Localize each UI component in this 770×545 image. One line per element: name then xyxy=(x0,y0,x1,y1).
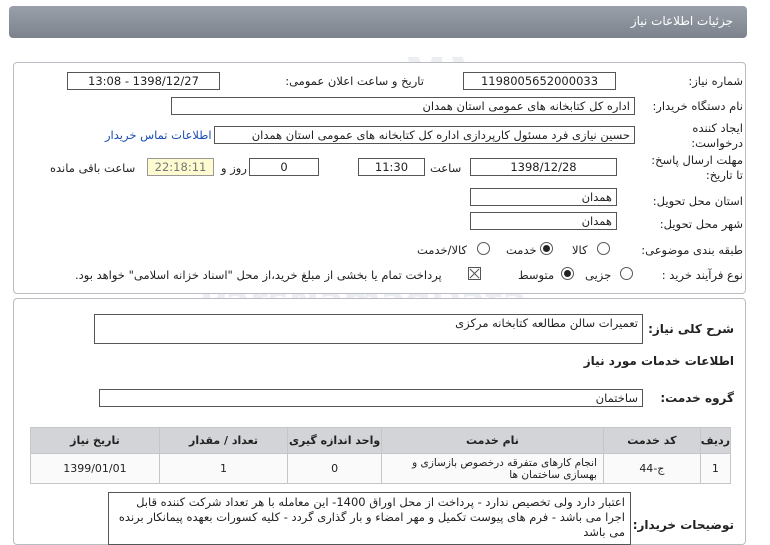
cell-service-name: انجام کارهای متفرقه درخصوص بازسازی و بهس… xyxy=(381,453,604,484)
category-radio-goods[interactable] xyxy=(597,242,610,255)
summary-field: تعمیرات سالن مطالعه کتابخانه مرکزی xyxy=(94,314,643,344)
service-group-label: گروه خدمت: xyxy=(660,391,734,405)
buyer-contact-link[interactable]: اطلاعات تماس خریدار xyxy=(105,128,212,142)
buyer-org-field: اداره کل کتابخانه های عمومی استان همدان xyxy=(171,97,635,115)
process-option-medium: متوسط xyxy=(518,268,555,282)
cell-row-number: 1 xyxy=(699,453,732,484)
buyer-notes-label: توضیحات خریدار: xyxy=(632,518,734,532)
category-radio-service[interactable] xyxy=(540,242,553,255)
treasury-payment-checkbox[interactable] xyxy=(468,267,481,280)
creator-field: حسین نیازی فرد مسئول کارپردازی اداره کل … xyxy=(214,126,635,144)
cell-need-date: 1399/01/01 xyxy=(30,453,160,484)
service-group-field: ساختمان xyxy=(99,389,643,407)
need-number-label: شماره نیاز: xyxy=(688,74,743,88)
remaining-time-field: 22:18:11 xyxy=(147,158,214,176)
announce-datetime-label: تاریخ و ساعت اعلان عمومی: xyxy=(285,74,424,88)
col-service-name: نام خدمت xyxy=(381,427,604,454)
cell-service-code: ج-44 xyxy=(602,453,701,484)
col-service-code: کد خدمت xyxy=(602,427,701,454)
table-row: 1 ج-44 انجام کارهای متفرقه درخصوص بازساز… xyxy=(30,453,732,484)
buyer-notes-field: اعتبار دارد ولی تخصیص ندارد - پرداخت از … xyxy=(108,492,631,545)
remaining-time-label: ساعت باقی مانده xyxy=(50,161,136,175)
services-table: ردیف کد خدمت نام خدمت واحد اندازه گیری ت… xyxy=(30,427,732,484)
cell-unit: 0 xyxy=(287,453,383,484)
process-option-minor: جزیی xyxy=(585,268,612,282)
deadline-time-field: 11:30 xyxy=(358,158,425,176)
page-title: جزئیات اطلاعات نیاز xyxy=(630,14,733,28)
deadline-time-label: ساعت xyxy=(430,161,462,175)
deadline-date-field: 1398/12/28 xyxy=(470,158,617,176)
buyer-org-label: نام دستگاه خریدار: xyxy=(652,99,743,113)
category-label: طبقه بندی موضوعی: xyxy=(641,243,743,257)
province-field: همدان xyxy=(470,188,617,206)
process-radio-minor[interactable] xyxy=(620,267,633,280)
col-quantity: تعداد / مقدار xyxy=(158,427,289,454)
announce-datetime-field: 1398/12/27 - 13:08 xyxy=(67,72,220,90)
process-radio-medium[interactable] xyxy=(561,267,574,280)
cell-quantity: 1 xyxy=(158,453,289,484)
category-option-goods: کالا xyxy=(572,243,588,257)
days-remaining-field: 0 xyxy=(249,158,319,176)
city-field: همدان xyxy=(470,212,617,230)
city-label: شهر محل تحویل: xyxy=(659,217,743,231)
process-label: نوع فرآیند خرید : xyxy=(661,268,743,282)
table-header-row: ردیف کد خدمت نام خدمت واحد اندازه گیری ت… xyxy=(30,427,732,454)
need-number-field: 1198005652000033 xyxy=(463,72,616,90)
category-option-goods-service: کالا/خدمت xyxy=(417,243,468,257)
page-header: جزئیات اطلاعات نیاز xyxy=(9,6,747,38)
col-need-date: تاریخ نیاز xyxy=(30,427,160,454)
services-section-title: اطلاعات خدمات مورد نیاز xyxy=(583,354,734,368)
days-label: روز و xyxy=(221,161,247,175)
treasury-payment-note: پرداخت تمام یا بخشی از مبلغ خرید،از محل … xyxy=(75,268,442,282)
province-label: استان محل تحویل: xyxy=(652,194,743,208)
col-row-number: ردیف xyxy=(699,427,732,454)
category-option-service: خدمت xyxy=(506,243,537,257)
creator-label: ایجاد کننده درخواست: xyxy=(691,121,743,150)
deadline-label: مهلت ارسال پاسخ: تا تاریخ: xyxy=(651,153,743,182)
col-unit: واحد اندازه گیری xyxy=(287,427,383,454)
category-radio-goods-service[interactable] xyxy=(477,242,490,255)
summary-label: شرح کلی نیاز: xyxy=(648,322,734,336)
